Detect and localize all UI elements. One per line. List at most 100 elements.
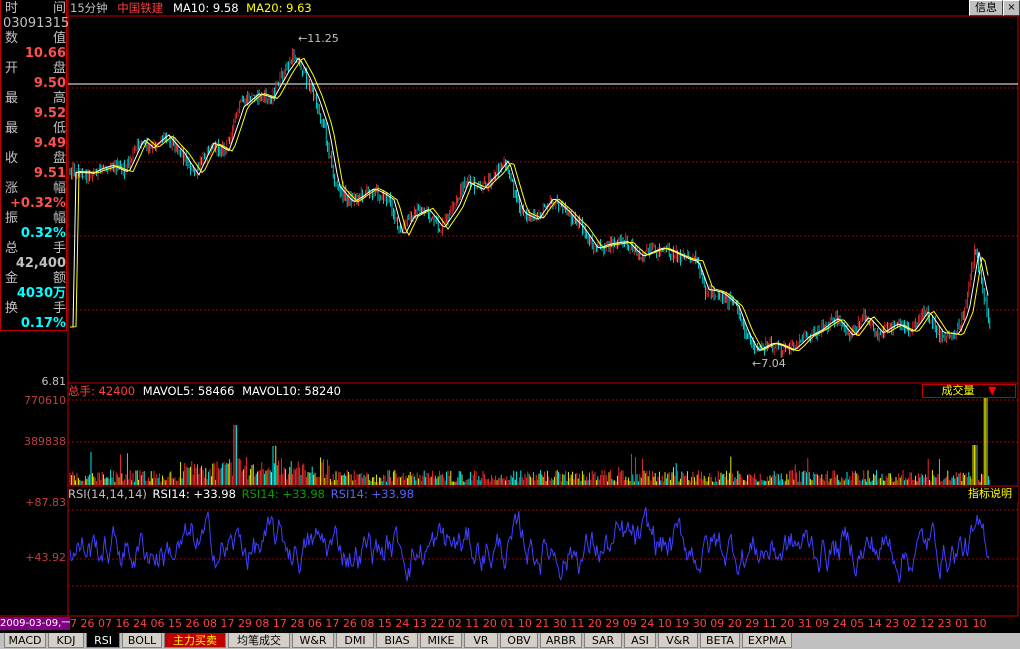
info-label-suffix: 盘 — [52, 61, 66, 76]
info-label-row: 振幅 — [3, 211, 66, 227]
arrow-left-icon: ← — [752, 357, 762, 370]
mavol10-value: 58240 — [304, 384, 341, 398]
volume-axis-max-label: 770610 — [24, 394, 66, 407]
rsi-axis-max-label: +87.83 — [25, 496, 66, 509]
tab-主力买卖[interactable]: 主力买卖 — [164, 633, 226, 648]
info-label: 换 — [5, 301, 19, 316]
info-label-row: 数值 — [3, 31, 66, 47]
tab-macd[interactable]: MACD — [4, 633, 46, 648]
dropdown-triangle-icon: ▼ — [988, 384, 997, 397]
info-label-row: 涨幅 — [3, 181, 66, 197]
volume-indicator-label: 成交量 — [941, 384, 975, 397]
info-label: 金 — [5, 271, 19, 286]
info-button[interactable]: 信息 — [969, 0, 1003, 16]
indicator-tab-bar: MACD KDJ RSI BOLL 主力买卖 均笔成交 W&R DMI BIAS MIKE VR OB… — [0, 633, 1020, 649]
info-label-row: 金额 — [3, 271, 66, 287]
price-low-value: 7.04 — [761, 357, 786, 370]
info-label-row: 时间 — [3, 1, 66, 17]
date-axis-ticks: 7 26 07 16 24 06 15 26 08 17 29 08 17 28… — [70, 617, 990, 630]
info-label: 开 — [5, 61, 19, 76]
info-label-row: 最低 — [3, 121, 66, 137]
tab-sar[interactable]: SAR — [584, 633, 622, 648]
tab-expma[interactable]: EXPMA — [742, 633, 792, 648]
info-label-suffix: 低 — [52, 121, 66, 136]
stock-name: 中国铁建 — [117, 1, 164, 15]
info-value: +0.32% — [10, 196, 66, 211]
info-value: 0.17% — [20, 316, 66, 331]
candlestick-series — [69, 48, 991, 358]
volume-indicator-button[interactable]: 成交量 ▼ — [922, 384, 1016, 398]
info-label-row: 收盘 — [3, 151, 66, 167]
info-label-suffix: 额 — [52, 271, 66, 286]
rsi-header: RSI(14,14,14) RSI14: +33.98 RSI14: +33.9… — [68, 487, 414, 501]
info-label-suffix: 高 — [52, 91, 66, 106]
info-value: 4030万 — [16, 286, 66, 301]
rsi2-value: RSI14: +33.98 — [241, 487, 325, 501]
tab-boll[interactable]: BOLL — [122, 633, 162, 648]
price-high-annotation: ←11.25 — [298, 32, 339, 45]
info-value: 42,400 — [15, 256, 66, 271]
info-label-row: 总手 — [3, 241, 66, 257]
info-label: 时 — [5, 1, 19, 16]
chart-canvas[interactable] — [0, 0, 1020, 649]
info-label-suffix: 幅 — [52, 211, 66, 226]
tab-均笔成交[interactable]: 均笔成交 — [228, 633, 290, 648]
info-value: 9.50 — [33, 76, 66, 91]
price-high-value: 11.25 — [307, 32, 339, 45]
info-label-suffix: 值 — [52, 31, 66, 46]
ma10-line — [69, 57, 989, 352]
info-label-row: 换手 — [3, 301, 66, 317]
ma20-label: MA20: — [246, 1, 283, 15]
tab-beta[interactable]: BETA — [700, 633, 740, 648]
price-axis-min-label: 6.81 — [41, 375, 67, 388]
volume-bars — [69, 395, 991, 485]
info-value: 10.66 — [24, 46, 66, 61]
info-label-row: 开盘 — [3, 61, 66, 77]
tab-v&r[interactable]: V&R — [658, 633, 698, 648]
date-axis-start: 2009-03-09,一 — [0, 617, 70, 630]
rsi14-line — [69, 507, 990, 583]
tab-vr[interactable]: VR — [464, 633, 498, 648]
tab-bias[interactable]: BIAS — [376, 633, 418, 648]
info-label: 振 — [5, 211, 19, 226]
ma20-line — [69, 57, 989, 352]
tab-kdj[interactable]: KDJ — [48, 633, 84, 648]
tab-w&r[interactable]: W&R — [292, 633, 334, 648]
info-label: 收 — [5, 151, 19, 166]
tab-dmi[interactable]: DMI — [336, 633, 374, 648]
tab-arbr[interactable]: ARBR — [540, 633, 582, 648]
info-label-suffix: 间 — [52, 1, 66, 16]
volume-total-label: 总手: — [68, 384, 95, 398]
quote-info-panel: 时间 03091315 数值 10.66 开盘 9.50 最高 9.52 最低 9.49 收盘 9.5… — [0, 0, 69, 331]
info-value: 0.32% — [20, 226, 66, 241]
info-label: 涨 — [5, 181, 19, 196]
ma20-value: 9.63 — [286, 1, 312, 15]
tab-asi[interactable]: ASI — [624, 633, 656, 648]
info-label-suffix: 手 — [52, 301, 66, 316]
info-label-suffix: 幅 — [52, 181, 66, 196]
volume-header: 总手: 42400 MAVOL5: 58466 MAVOL10: 58240 — [68, 384, 341, 398]
volume-axis-mid-label: 389838 — [24, 435, 66, 448]
tab-obv[interactable]: OBV — [500, 633, 538, 648]
mavol5-value: 58466 — [197, 384, 235, 398]
info-value: 9.52 — [33, 106, 66, 121]
rsi-axis-mid-label: +43.92 — [25, 551, 66, 564]
mavol5-label: MAVOL5: — [142, 384, 195, 398]
rsi1-value: RSI14: +33.98 — [152, 487, 236, 501]
ma10-label: MA10: — [172, 1, 210, 15]
tab-mike[interactable]: MIKE — [420, 633, 462, 648]
close-button[interactable]: × — [1003, 0, 1020, 16]
indicator-help-button[interactable]: 指标说明 — [962, 487, 1018, 501]
price-low-annotation: ←7.04 — [752, 357, 786, 370]
tab-rsi[interactable]: RSI — [86, 633, 120, 648]
info-value: 9.49 — [33, 136, 66, 151]
volume-total-value: 42400 — [98, 384, 136, 398]
info-label: 总 — [5, 241, 19, 256]
ma10-value: 9.58 — [212, 1, 239, 15]
period-label: 15分钟 — [70, 1, 108, 15]
chart-title-bar: 15分钟 中国铁建 MA10: 9.58 MA20: 9.63 — [70, 0, 312, 16]
info-label-suffix: 手 — [52, 241, 66, 256]
stock-chart-window: 15分钟 中国铁建 MA10: 9.58 MA20: 9.63 信息 × 时间0… — [0, 0, 1020, 649]
info-label-suffix: 盘 — [52, 151, 66, 166]
rsi-params: RSI(14,14,14) — [68, 487, 147, 501]
